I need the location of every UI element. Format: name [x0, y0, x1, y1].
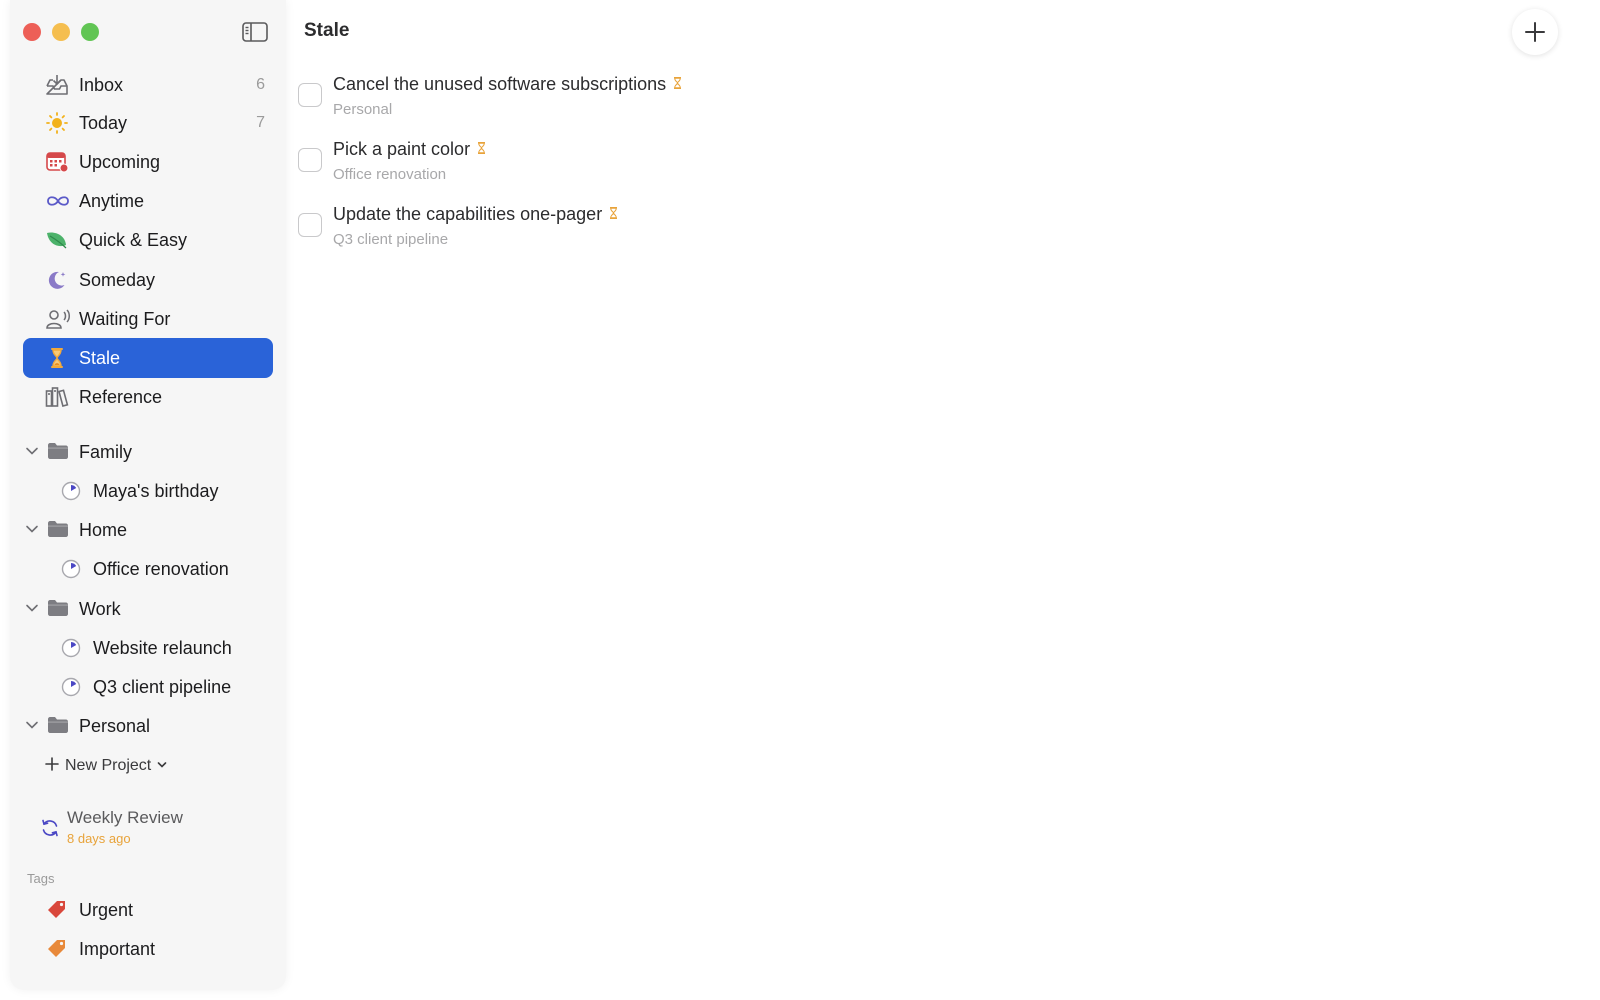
area-label: Personal	[79, 715, 151, 736]
leaf-icon	[45, 229, 69, 251]
folder-icon	[47, 519, 69, 539]
task-title: Pick a paint color	[333, 139, 471, 159]
project-label: Website relaunch	[93, 637, 232, 658]
task-project: Office renovation	[333, 166, 447, 183]
project-progress-icon	[61, 559, 81, 579]
tag-label: Important	[79, 938, 156, 959]
folder-icon	[47, 715, 69, 735]
person-waiting-icon	[45, 308, 70, 330]
task-title-row[interactable]: Pick a paint color	[333, 139, 486, 160]
task-checkbox[interactable]	[298, 148, 322, 172]
books-icon	[45, 386, 69, 408]
task-title: Cancel the unused software subscriptions	[333, 74, 667, 94]
project-website-relaunch[interactable]: Website relaunch	[23, 630, 273, 666]
sidebar-item-label: Quick & Easy	[79, 229, 188, 250]
task-title-row[interactable]: Update the capabilities one-pager	[333, 204, 618, 225]
weekly-review[interactable]: Weekly Review 8 days ago	[40, 804, 260, 852]
area-label: Home	[79, 519, 128, 540]
sidebar-item-label: Anytime	[79, 190, 145, 211]
sidebar-item-label: Today	[79, 112, 128, 133]
chevron-down-icon[interactable]	[25, 718, 39, 732]
refresh-icon	[40, 818, 60, 838]
project-label: Q3 client pipeline	[93, 676, 232, 697]
sidebar-item-label: Inbox	[79, 74, 124, 95]
moon-icon	[45, 269, 69, 291]
sidebar-item-reference[interactable]: Reference	[23, 377, 273, 417]
plus-icon	[45, 756, 59, 776]
close-window-button[interactable]	[23, 23, 41, 41]
sidebar: Inbox 6 Today 7 Upcoming Anytime Quick &…	[10, 0, 286, 990]
new-project-button[interactable]: New Project	[45, 754, 167, 778]
hourglass-icon	[610, 207, 618, 219]
sidebar-item-label: Someday	[79, 269, 156, 290]
page-title: Stale	[304, 20, 350, 41]
sidebar-item-label: Waiting For	[79, 308, 171, 329]
zoom-window-button[interactable]	[81, 23, 99, 41]
area-label: Work	[79, 598, 121, 619]
chevron-down-icon[interactable]	[25, 601, 39, 615]
area-label: Family	[79, 441, 132, 462]
sidebar-item-label: Upcoming	[79, 151, 161, 172]
sidebar-item-quick-easy[interactable]: Quick & Easy	[23, 220, 273, 260]
hourglass-icon	[674, 77, 682, 89]
task-title: Update the capabilities one-pager	[333, 204, 603, 224]
hourglass-icon	[478, 142, 486, 154]
weekly-review-subtitle: 8 days ago	[67, 831, 131, 846]
sidebar-item-someday[interactable]: Someday	[23, 260, 273, 300]
tag-label: Urgent	[79, 899, 134, 920]
folder-icon	[47, 441, 69, 461]
project-progress-icon	[61, 677, 81, 697]
sidebar-item-waiting-for[interactable]: Waiting For	[23, 299, 273, 339]
sidebar-item-count: 6	[256, 76, 265, 93]
sidebar-item-upcoming[interactable]: Upcoming	[23, 142, 273, 182]
tag-important[interactable]: Important	[23, 929, 273, 969]
project-progress-icon	[61, 481, 81, 501]
plus-icon	[1525, 22, 1545, 42]
inbox-icon	[45, 74, 69, 96]
area-family[interactable]: Family	[23, 434, 273, 470]
task-checkbox[interactable]	[298, 83, 322, 107]
chevron-down-icon[interactable]	[25, 522, 39, 536]
project-label: Office renovation	[93, 558, 229, 579]
tag-icon	[45, 899, 69, 921]
project-office-renovation[interactable]: Office renovation	[23, 551, 273, 587]
task-item: Update the capabilities one-pager Q3 cli…	[298, 202, 898, 258]
sidebar-item-today[interactable]: Today 7	[23, 103, 273, 143]
task-checkbox[interactable]	[298, 213, 322, 237]
calendar-icon	[45, 151, 69, 173]
tag-icon	[45, 938, 69, 960]
tags-heading: Tags	[27, 871, 55, 886]
sidebar-item-label: Stale	[79, 347, 121, 368]
sidebar-item-count: 7	[256, 114, 265, 131]
hourglass-icon	[45, 347, 69, 369]
folder-icon	[47, 598, 69, 618]
project-q3-client-pipeline[interactable]: Q3 client pipeline	[23, 669, 273, 705]
chevron-down-icon[interactable]	[25, 444, 39, 458]
sidebar-item-label: Reference	[79, 386, 163, 407]
sidebar-item-stale[interactable]: Stale	[23, 338, 273, 378]
project-mayas-birthday[interactable]: Maya's birthday	[23, 473, 273, 509]
infinity-icon	[45, 190, 69, 212]
task-project: Q3 client pipeline	[333, 231, 449, 248]
task-title-row[interactable]: Cancel the unused software subscriptions	[333, 74, 682, 95]
area-work[interactable]: Work	[23, 591, 273, 627]
tag-urgent[interactable]: Urgent	[23, 890, 273, 930]
project-label: Maya's birthday	[93, 480, 219, 501]
add-task-button[interactable]	[1512, 9, 1558, 55]
new-project-label: New Project	[65, 757, 152, 774]
project-progress-icon	[61, 638, 81, 658]
sun-icon	[45, 112, 69, 134]
chevron-down-icon	[157, 757, 167, 775]
sidebar-toggle-icon[interactable]	[242, 22, 268, 42]
window-controls	[23, 23, 99, 41]
area-home[interactable]: Home	[23, 512, 273, 548]
minimize-window-button[interactable]	[52, 23, 70, 41]
area-personal[interactable]: Personal	[23, 708, 273, 744]
task-project: Personal	[333, 101, 393, 118]
sidebar-item-inbox[interactable]: Inbox 6	[23, 65, 273, 105]
task-item: Cancel the unused software subscriptions…	[298, 72, 898, 128]
task-item: Pick a paint color Office renovation	[298, 137, 898, 193]
sidebar-item-anytime[interactable]: Anytime	[23, 181, 273, 221]
weekly-review-title: Weekly Review	[67, 808, 183, 827]
